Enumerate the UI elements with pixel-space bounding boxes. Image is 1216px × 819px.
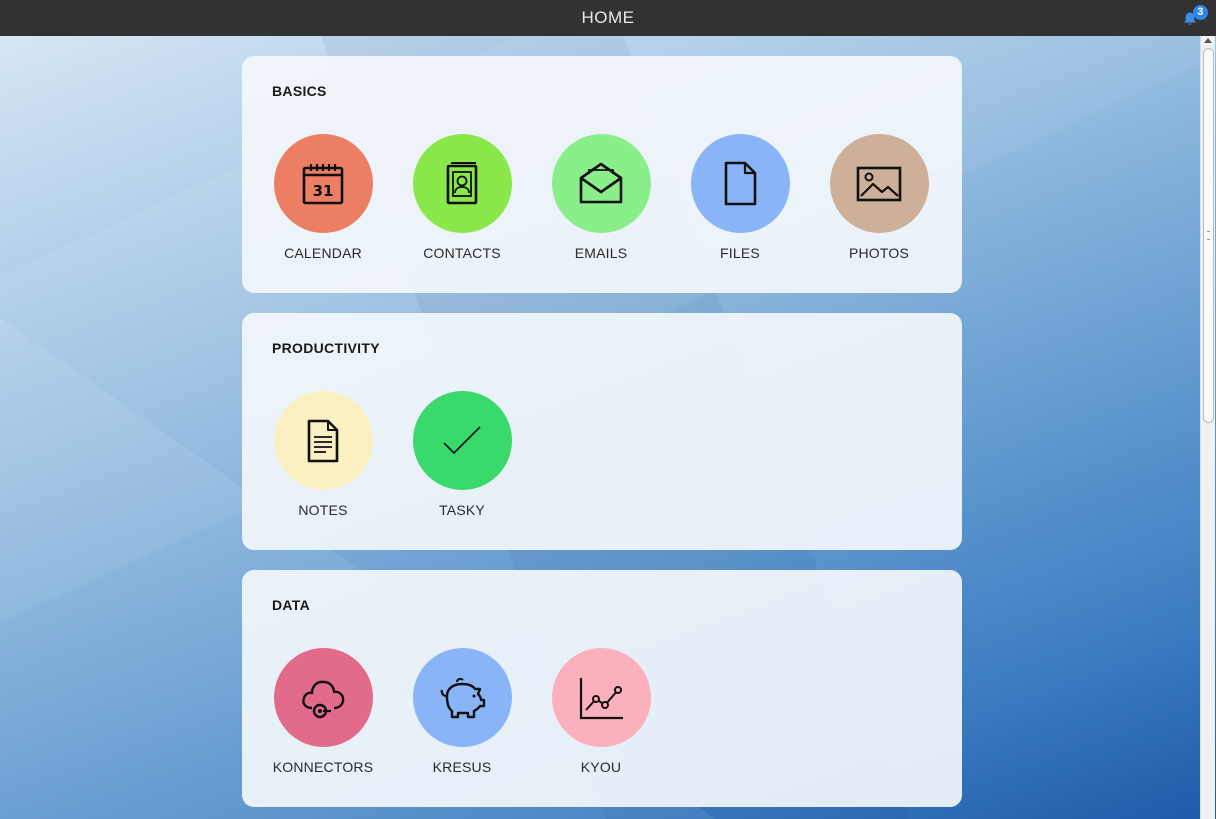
app-icon-circle (412, 391, 512, 490)
app-label: TASKY (439, 502, 485, 518)
app-photos[interactable]: PHOTOS (809, 134, 949, 261)
section-title: DATA (272, 597, 311, 613)
cloud-connector-icon (302, 680, 345, 718)
app-icon-circle (273, 391, 373, 490)
section-basics: BASICS 31 CALENDAR CONTACTS EMAILS FILES… (242, 56, 962, 293)
piggy-bank-icon (440, 677, 486, 718)
notification-count-badge: 3 (1193, 5, 1208, 20)
app-icon-circle (551, 134, 651, 233)
scroll-up-arrow-icon[interactable] (1204, 38, 1212, 43)
calendar-day-number: 31 (313, 182, 334, 200)
checkmark-icon (443, 425, 481, 454)
app-tasky[interactable]: TASKY (392, 391, 532, 518)
image-icon (856, 166, 902, 201)
calendar-icon: 31 (302, 163, 344, 204)
app-label: KONNECTORS (272, 759, 374, 775)
app-icon-circle (690, 134, 790, 233)
app-label: PHOTOS (848, 245, 910, 261)
app-emails[interactable]: EMAILS (531, 134, 671, 261)
section-title: BASICS (272, 83, 327, 99)
app-label: FILES (720, 245, 760, 261)
page-title: HOME (581, 8, 635, 27)
app-icon-circle: 31 (273, 134, 373, 233)
note-icon (307, 419, 339, 462)
vertical-scrollbar[interactable] (1200, 36, 1215, 819)
app-icon-circle (412, 134, 512, 233)
app-icon-circle (273, 648, 373, 747)
app-files[interactable]: FILES (670, 134, 810, 261)
file-icon (724, 161, 757, 205)
app-label: KRESUS (432, 759, 492, 775)
app-icon-circle (412, 648, 512, 747)
app-label: KYOU (580, 759, 622, 775)
app-notes[interactable]: NOTES (253, 391, 393, 518)
app-icon-circle (551, 648, 651, 747)
envelope-icon (579, 162, 623, 203)
line-chart-icon (579, 677, 623, 719)
section-productivity: PRODUCTIVITY NOTES TASKY (242, 313, 962, 550)
scrollbar-thumb[interactable] (1203, 48, 1214, 423)
app-kresus[interactable]: KRESUS (392, 648, 532, 775)
app-calendar[interactable]: 31 CALENDAR (253, 134, 393, 261)
app-konnectors[interactable]: KONNECTORS (253, 648, 393, 775)
app-kyou[interactable]: KYOU (531, 648, 671, 775)
section-data: DATA KONNECTORS KRESUS KYOU (242, 570, 962, 807)
app-icon-circle (829, 134, 929, 233)
top-bar: HOME 3 (0, 0, 1216, 36)
section-title: PRODUCTIVITY (272, 340, 380, 356)
app-label: NOTES (298, 502, 348, 518)
app-contacts[interactable]: CONTACTS (392, 134, 532, 261)
app-label: EMAILS (574, 245, 628, 261)
app-window: HOME 3 BASICS 31 CALENDAR CONTACTS EMAIL… (0, 0, 1216, 819)
scroll-grip-icon (1207, 231, 1210, 240)
app-label: CALENDAR (284, 245, 362, 261)
notifications-button[interactable]: 3 (1182, 5, 1208, 29)
app-label: CONTACTS (423, 245, 501, 261)
contacts-book-icon (446, 161, 478, 204)
